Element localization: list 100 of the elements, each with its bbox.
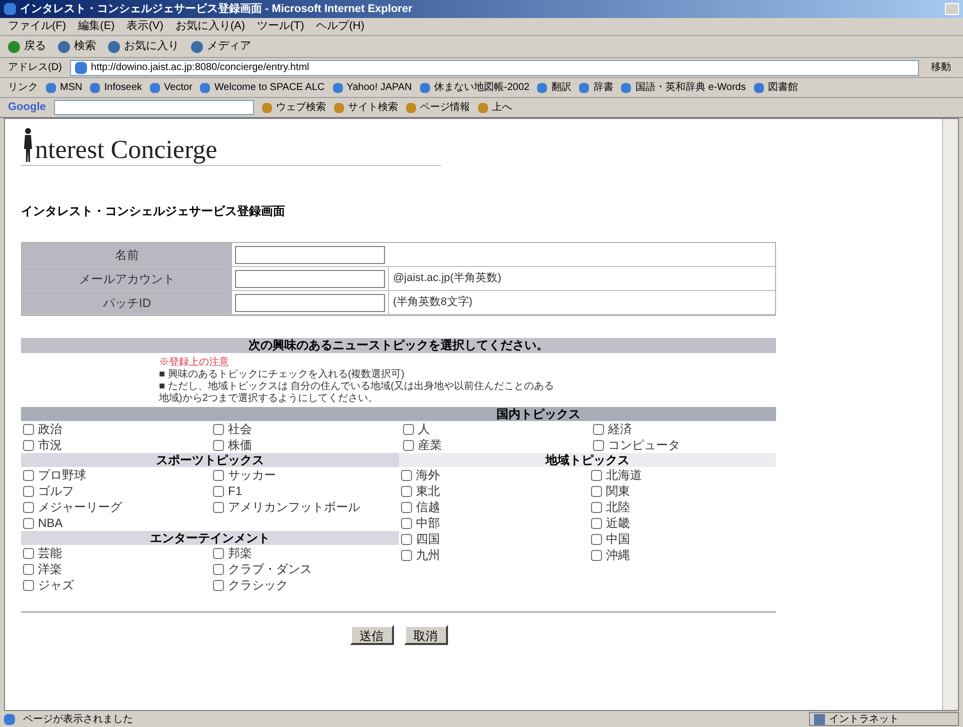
link-icon xyxy=(621,82,632,92)
link-item[interactable]: Vector xyxy=(150,80,192,95)
link-icon xyxy=(537,82,548,92)
checkbox-label: コンピュータ xyxy=(608,437,680,454)
text-field[interactable] xyxy=(235,294,385,312)
checkbox[interactable] xyxy=(401,502,412,512)
toolbar-button[interactable]: 上へ xyxy=(478,100,512,115)
checkbox[interactable] xyxy=(213,486,224,496)
link-item[interactable]: 翻訳 xyxy=(537,80,572,95)
toolbar-button[interactable]: ウェブ検索 xyxy=(262,100,326,115)
checkbox[interactable] xyxy=(401,470,412,480)
menu-item[interactable]: ツール(T) xyxy=(257,18,304,35)
link-icon xyxy=(46,82,56,92)
link-icon xyxy=(754,82,764,92)
checkbox-label: 人 xyxy=(418,421,430,438)
checkbox[interactable] xyxy=(213,548,224,558)
checkbox[interactable] xyxy=(23,470,34,480)
checkbox-label: 信越 xyxy=(416,499,440,516)
address-label: アドレス(D) xyxy=(8,61,62,75)
toolbar-button[interactable]: 戻る xyxy=(8,38,46,55)
text-field[interactable] xyxy=(235,270,385,288)
menu-item[interactable]: ヘルプ(H) xyxy=(316,18,364,35)
checkbox[interactable] xyxy=(23,440,34,450)
checkbox-label: 四国 xyxy=(416,531,440,548)
checkbox[interactable] xyxy=(401,486,412,496)
checkbox-label: ジャズ xyxy=(38,577,74,594)
checkbox[interactable] xyxy=(23,564,34,574)
checkbox[interactable] xyxy=(591,550,602,560)
checkbox[interactable] xyxy=(401,518,412,528)
text-field[interactable] xyxy=(235,246,385,264)
checkbox-label: 中部 xyxy=(416,515,440,532)
window-title: インタレスト・コンシェルジェサービス登録画面 - Microsoft Internet Explorer xyxy=(20,2,412,17)
checkbox-label: クラブ・ダンス xyxy=(228,561,312,578)
link-item[interactable]: 国語・英和辞典 e-Words xyxy=(621,80,746,95)
checkbox[interactable] xyxy=(213,580,224,590)
link-item[interactable]: Welcome to SPACE ALC xyxy=(200,80,325,95)
checkbox[interactable] xyxy=(593,424,604,434)
checkbox-label: 北陸 xyxy=(606,499,630,516)
checkbox[interactable] xyxy=(213,424,224,434)
address-text: http://dowino.jaist.ac.jp:8080/concierge/entry.html xyxy=(90,61,310,75)
notice-text: 地域)から2つまで選択するようにしてください。 xyxy=(159,393,379,405)
link-item[interactable]: Infoseek xyxy=(90,80,142,95)
checkbox[interactable] xyxy=(23,502,34,512)
site-logo: nterest Concierge xyxy=(35,137,218,163)
checkbox[interactable] xyxy=(591,518,602,528)
scrollbar[interactable] xyxy=(942,119,958,710)
checkbox[interactable] xyxy=(591,486,602,496)
menu-item[interactable]: お気に入り(A) xyxy=(175,18,246,35)
checkbox[interactable] xyxy=(401,534,412,544)
checkbox-label: 東北 xyxy=(416,483,440,500)
toolbar-button[interactable]: メディア xyxy=(191,38,251,55)
checkbox[interactable] xyxy=(591,502,602,512)
link-item[interactable]: 辞書 xyxy=(579,80,614,95)
toolbar-icon xyxy=(58,40,70,52)
checkbox-label: 北海道 xyxy=(606,467,642,484)
checkbox[interactable] xyxy=(401,550,412,560)
go-button[interactable]: 移動 xyxy=(927,60,955,75)
link-icon xyxy=(150,82,160,92)
menu-item[interactable]: 表示(V) xyxy=(126,18,164,35)
checkbox-label: 九州 xyxy=(416,547,440,564)
links-label: リンク xyxy=(8,81,38,95)
menu-item[interactable]: ファイル(F) xyxy=(8,18,66,35)
toolbar-button[interactable]: サイト検索 xyxy=(334,100,398,115)
search-field[interactable] xyxy=(54,100,254,115)
checkbox[interactable] xyxy=(403,424,414,434)
link-icon xyxy=(579,82,590,92)
form-button[interactable]: 取消 xyxy=(404,625,448,645)
page-icon xyxy=(74,62,87,74)
form-button[interactable]: 送信 xyxy=(350,625,394,645)
checkbox[interactable] xyxy=(593,440,604,450)
checkbox-label: NBA xyxy=(38,515,63,532)
category-header: スポーツトピックス xyxy=(21,453,399,467)
checkbox[interactable] xyxy=(213,470,224,480)
link-item[interactable]: Yahoo! JAPAN xyxy=(332,80,412,95)
checkbox[interactable] xyxy=(23,518,34,528)
checkbox[interactable] xyxy=(591,470,602,480)
address-field[interactable]: http://dowino.jaist.ac.jp:8080/concierge/entry.html xyxy=(70,60,919,76)
checkbox[interactable] xyxy=(403,440,414,450)
zone-text: イントラネット xyxy=(829,712,899,726)
menu-item[interactable]: 編集(E) xyxy=(78,18,115,35)
checkbox-label: 社会 xyxy=(228,421,252,438)
checkbox[interactable] xyxy=(591,534,602,544)
checkbox[interactable] xyxy=(23,424,34,434)
category-header: 国内トピックス xyxy=(21,407,776,421)
checkbox[interactable] xyxy=(23,580,34,590)
checkbox[interactable] xyxy=(23,486,34,496)
link-item[interactable]: 休まない地図帳-2002 xyxy=(420,80,530,95)
link-item[interactable]: MSN xyxy=(46,80,82,95)
checkbox[interactable] xyxy=(213,440,224,450)
checkbox-label: 海外 xyxy=(416,467,440,484)
toolbar-button[interactable]: ページ情報 xyxy=(406,100,470,115)
notice-text: ■ ただし、地域トピックスは 自分の住んでいる地域(又は出身地や以前住んだことのある xyxy=(159,381,555,392)
notice-title: ※登録上の注意 xyxy=(159,357,230,368)
checkbox[interactable] xyxy=(213,502,224,512)
toolbar-button[interactable]: お気に入り xyxy=(108,38,179,55)
checkbox[interactable] xyxy=(23,548,34,558)
checkbox[interactable] xyxy=(213,564,224,574)
toolbar-button[interactable]: 検索 xyxy=(58,38,96,55)
form-label: 名前 xyxy=(22,243,232,266)
link-item[interactable]: 図書館 xyxy=(754,80,798,95)
